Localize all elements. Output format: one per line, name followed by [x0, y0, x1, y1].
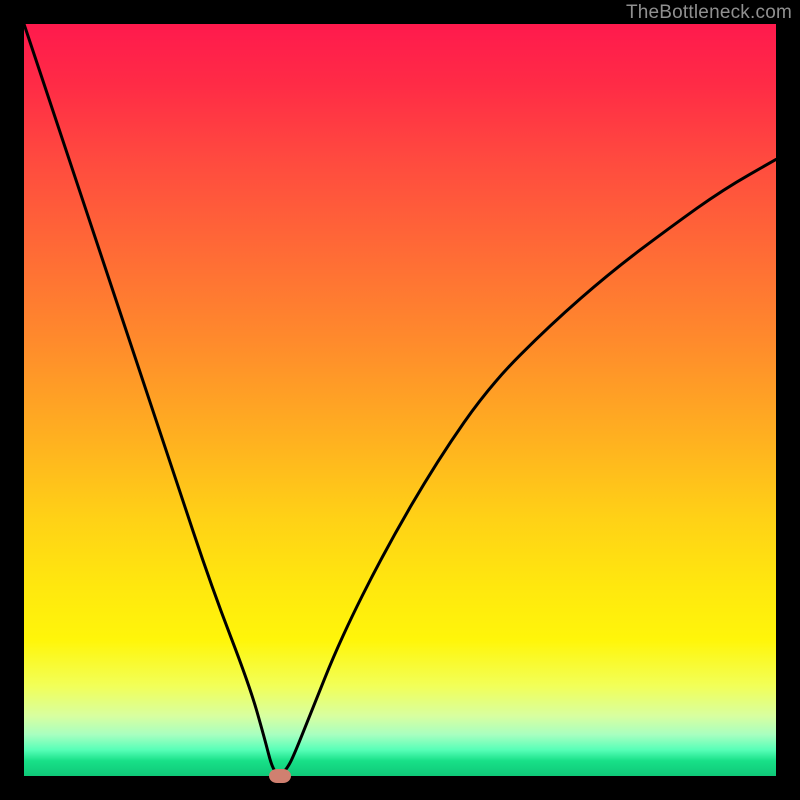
- watermark-text: TheBottleneck.com: [626, 2, 792, 24]
- chart-frame: TheBottleneck.com: [0, 0, 800, 800]
- bottleneck-curve: [24, 24, 776, 776]
- plot-area: [24, 24, 776, 776]
- bottleneck-marker: [269, 769, 291, 783]
